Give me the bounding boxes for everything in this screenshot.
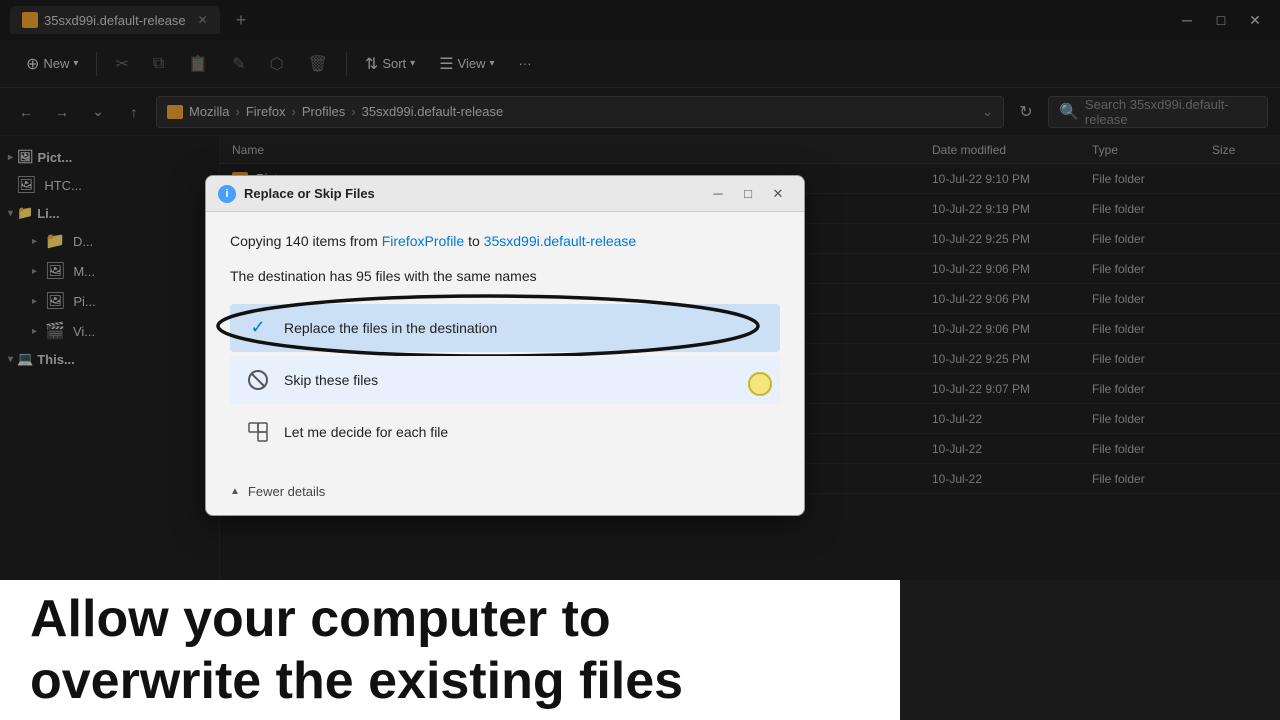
source-link[interactable]: FirefoxProfile (382, 233, 464, 249)
dialog-info-icon: i (218, 185, 236, 203)
decide-files-option[interactable]: Let me decide for each file (230, 408, 780, 456)
skip-files-option[interactable]: Skip these files (230, 356, 780, 404)
subtitle-text: Allow your computer to overwrite the exi… (30, 588, 683, 713)
dialog-window-controls: ─ □ ✕ (704, 182, 792, 206)
dialog-minimize-button[interactable]: ─ (704, 182, 732, 206)
skip-icon-svg (247, 369, 269, 391)
dialog-title-bar: i Replace or Skip Files ─ □ ✕ (206, 176, 804, 212)
dialog-icon-label: i (225, 188, 228, 200)
replace-files-option[interactable]: ✓ Replace the files in the destination (230, 304, 780, 352)
decide-files-label: Let me decide for each file (284, 424, 448, 440)
copy-info-mid: to (464, 233, 483, 249)
decide-files-icon (244, 418, 272, 446)
subtitle-line1: Allow your computer to (30, 590, 611, 648)
dialog-title-text: Replace or Skip Files (244, 186, 696, 201)
subtitle-line2: overwrite the existing files (30, 652, 683, 710)
dialog-body: Copying 140 items from FirefoxProfile to… (206, 212, 804, 476)
fewer-details-label: Fewer details (248, 484, 325, 499)
dest-link[interactable]: 35sxd99i.default-release (484, 233, 637, 249)
skip-files-icon (244, 366, 272, 394)
skip-files-label: Skip these files (284, 372, 378, 388)
dialog-dest-info: The destination has 95 files with the sa… (230, 268, 780, 284)
replace-check-icon: ✓ (244, 314, 272, 342)
copy-info-prefix: Copying 140 items from (230, 233, 382, 249)
dialog-copy-info: Copying 140 items from FirefoxProfile to… (230, 232, 780, 252)
replace-files-label: Replace the files in the destination (284, 320, 497, 336)
decide-icon-svg (247, 421, 269, 443)
fewer-details-chevron-icon: ▲ (230, 486, 240, 497)
dialog-maximize-button[interactable]: □ (734, 182, 762, 206)
replace-or-skip-dialog: i Replace or Skip Files ─ □ ✕ Copying 14… (205, 175, 805, 516)
subtitle-bar: Allow your computer to overwrite the exi… (0, 580, 900, 720)
dialog-footer[interactable]: ▲ Fewer details (206, 476, 804, 515)
dialog-close-button[interactable]: ✕ (764, 182, 792, 206)
